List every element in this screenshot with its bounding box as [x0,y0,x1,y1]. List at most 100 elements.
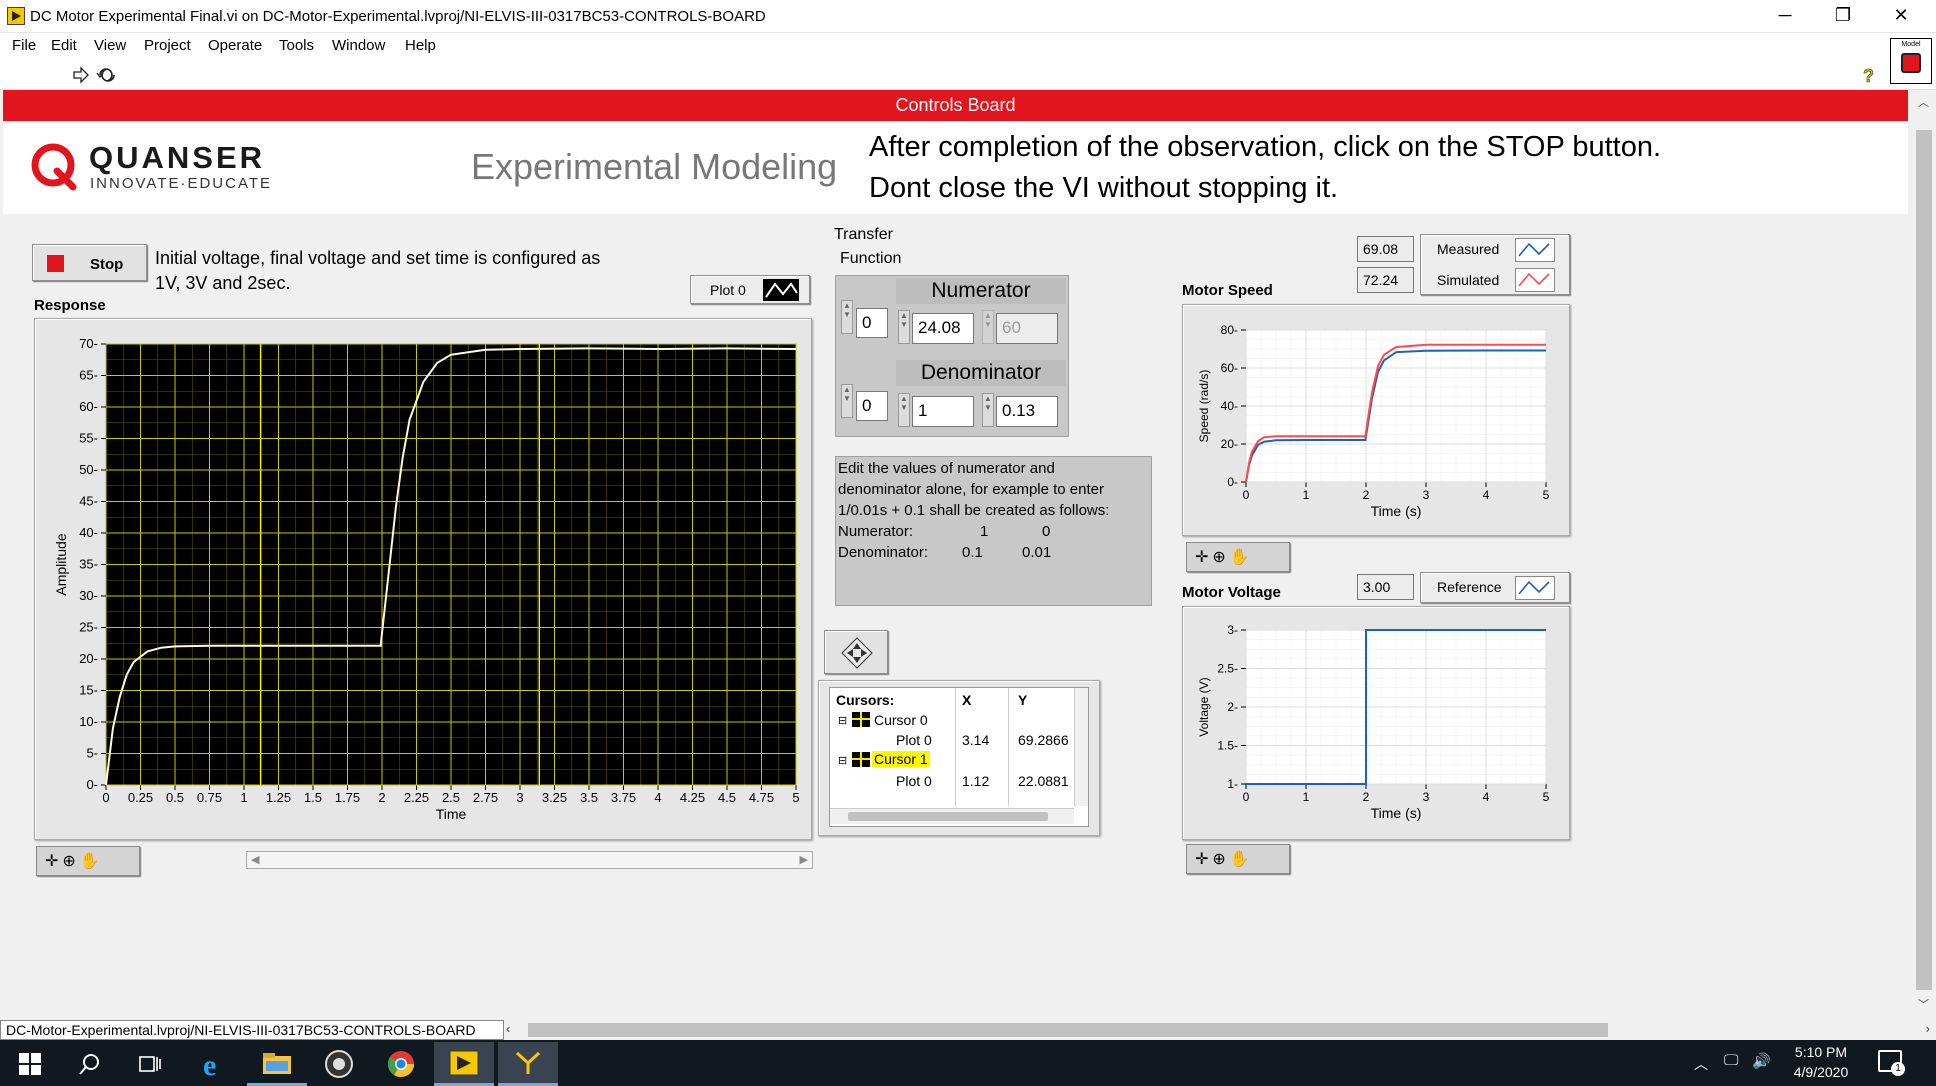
notification-icon[interactable]: 1 [1878,1050,1905,1076]
cursor-mover-button[interactable] [824,630,888,674]
denominator-index-spinner[interactable]: ▲ ▼ [841,384,853,418]
run-continuously-icon[interactable] [96,65,118,85]
y-tick-label: 60- [1221,361,1238,375]
cursor-move-icon[interactable]: ✛ [1195,547,1208,567]
labview-taskbar-icon[interactable] [434,1042,494,1086]
response-horizontal-scrollbar[interactable]: ◀ ▶ [246,851,813,869]
taskbar-time[interactable]: 5:10 PM [1786,1044,1856,1060]
menu-project[interactable]: Project [144,37,191,54]
windows-start-icon[interactable] [0,1042,60,1086]
cursor-1-name[interactable]: Cursor 1 [872,751,930,767]
response-chart-title: Response [34,297,106,314]
menu-bar: File Edit View Project Operate Tools Win… [0,33,1936,59]
window-vertical-scrollbar[interactable]: ︿ ﹀ [1912,90,1936,1020]
voltage-legend[interactable]: Reference [1420,572,1570,603]
numerator-index-spinner[interactable]: ▲ ▼ [841,300,853,334]
menu-view[interactable]: View [94,37,126,54]
ni-mx-icon[interactable] [309,1042,369,1086]
response-chart[interactable]: 0 0.25 0.5 0.75 1 1.25 1.5 1.75 2 2.25 2.5 2.75 3 3.2… [34,318,812,840]
maximize-button[interactable]: ❐ [1814,0,1872,30]
menu-tools[interactable]: Tools [279,37,314,54]
numerator-coef-1[interactable]: 60 [996,313,1058,344]
denominator-1-spinner[interactable]: ▲ ▼ [982,393,994,427]
pan-hand-icon[interactable]: ✋ [1230,849,1250,869]
toolbar: ? [0,59,1936,90]
stop-button[interactable]: Stop [32,244,147,281]
numerator-index[interactable]: 0 [856,308,888,338]
zoom-icon[interactable]: ⊕ [62,851,75,871]
minimize-button[interactable]: ─ [1756,0,1814,30]
task-view-icon[interactable] [120,1042,180,1086]
y-tick-label: 0- [86,777,98,792]
menu-file[interactable]: File [12,37,36,54]
pan-hand-icon[interactable]: ✋ [1230,547,1250,567]
menu-operate[interactable]: Operate [208,37,262,54]
cursor-1-x: 1.12 [962,773,990,789]
info-text-line-2: 1V, 3V and 2sec. [155,273,291,293]
voltage-chart[interactable]: 0 1 2 3 4 5 1- 1.5- 2- 2.5- 3- Time (s) Voltage (V) [1182,606,1570,840]
tray-chevron-icon[interactable]: ︿ [1694,1054,1708,1074]
x-tick-label: 0 [1243,790,1250,804]
numerator-0-spinner[interactable]: ▲ ▼ [898,310,910,344]
volume-icon[interactable]: 🔊 [1752,1052,1771,1070]
taskbar-date[interactable]: 4/9/2020 [1786,1064,1856,1080]
close-button[interactable]: ✕ [1872,0,1930,30]
tf-title-line-1: Transfer [834,226,893,243]
cursor-legend-vscroll[interactable] [1074,688,1088,806]
simulated-swatch-icon [1515,268,1555,292]
search-icon[interactable] [60,1042,120,1086]
plot-legend[interactable]: Plot 0 [690,275,810,304]
x-axis-label: Time (s) [1371,503,1422,519]
denominator-coef-0[interactable]: 1 [912,396,974,427]
y-tick-label: 60- [79,399,98,414]
stop-button-label: Stop [90,256,124,273]
cursor-legend[interactable]: Cursors: X Y ⊟ Cursor 0 Plot 0 3.14 69.2… [829,687,1089,827]
menu-edit[interactable]: Edit [51,37,77,54]
context-help-icon[interactable]: ? [1860,65,1878,87]
denominator-coef-1[interactable]: 0.13 [996,396,1058,427]
pan-hand-icon[interactable]: ✋ [80,851,100,871]
zoom-icon[interactable]: ⊕ [1212,849,1225,869]
labview-project-icon[interactable] [498,1042,558,1086]
cursor-move-icon[interactable]: ✛ [1195,849,1208,869]
zoom-icon[interactable]: ⊕ [1212,547,1225,567]
scroll-right-arrow-icon[interactable]: › [1926,1021,1930,1036]
y-tick-label: 2- [1227,700,1238,714]
tf-help-line: Edit the values of numerator and [838,460,1055,477]
speed-chart-title: Motor Speed [1182,282,1273,299]
x-tick-label: 0 [1243,488,1250,502]
scroll-up-arrow-icon[interactable]: ︿ [1918,94,1929,110]
cursor-0-name[interactable]: Cursor 0 [874,712,928,728]
cursor-legend-hscroll[interactable] [830,808,1074,824]
chrome-icon[interactable] [371,1042,431,1086]
numerator-1-spinner[interactable]: ▲ ▼ [982,310,994,344]
tree-collapse-icon[interactable]: ⊟ [838,714,847,727]
run-arrow-icon[interactable] [72,66,90,84]
scroll-left-arrow-icon[interactable]: ‹ [506,1021,510,1036]
logo-tagline: INNOVATE·EDUCATE [90,175,273,192]
denominator-0-spinner[interactable]: ▲ ▼ [898,393,910,427]
vscroll-thumb[interactable] [1916,130,1932,990]
menu-window[interactable]: Window [332,37,385,54]
scroll-left-arrow-icon[interactable]: ◀ [251,853,259,866]
cursor-1-plot: Plot 0 [896,773,932,789]
x-tick-label: 1.5 [304,790,322,805]
window-horizontal-scrollbar[interactable]: ‹ › [504,1020,1936,1040]
denominator-index[interactable]: 0 [856,391,888,421]
menu-help[interactable]: Help [405,37,436,54]
hscroll-thumb[interactable] [528,1023,1608,1037]
scroll-down-arrow-icon[interactable]: ﹀ [1918,996,1929,1012]
scroll-right-arrow-icon[interactable]: ▶ [800,853,808,866]
x-tick-label: 2 [1363,790,1370,804]
tree-collapse-icon[interactable]: ⊟ [838,754,847,767]
cursor-move-icon[interactable]: ✛ [45,851,58,871]
numerator-coef-0[interactable]: 24.08 [912,313,974,344]
speed-chart[interactable]: 0 1 2 3 4 5 0- 20- 40- 60- 80- Time (s) Speed (rad/s… [1182,304,1570,536]
tf-title-line-2: Function [840,250,902,267]
file-explorer-icon[interactable] [247,1042,307,1086]
speed-legend[interactable]: Measured Simulated [1420,234,1570,295]
internet-explorer-icon[interactable]: e [185,1042,245,1086]
voltage-graph-tools: ✛ ⊕ ✋ [1186,844,1290,874]
network-icon[interactable]: 🖵 [1724,1052,1738,1069]
instruction-line-2: Dont close the VI without stopping it. [869,172,1339,204]
